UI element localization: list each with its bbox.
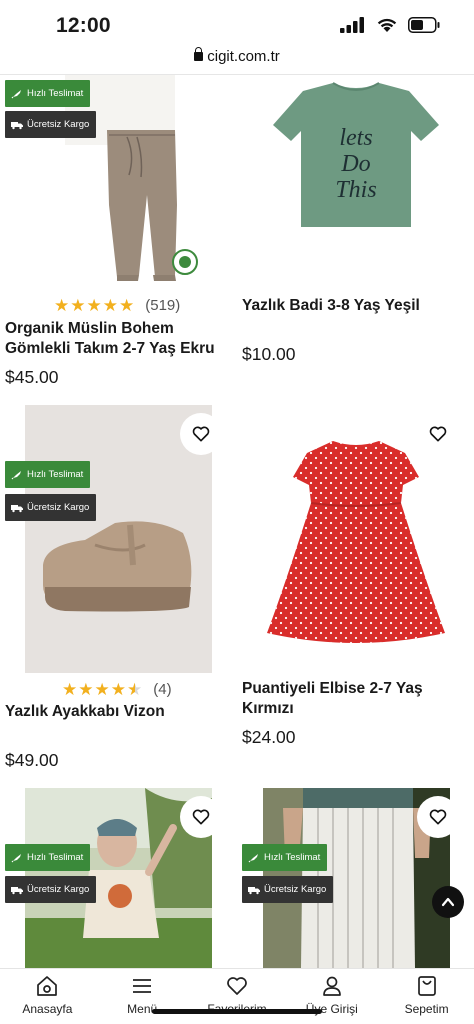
- product-card-yazlik-badi[interactable]: lets Do This Yazlık Badi 3-8 Yaş Yeşil $…: [237, 75, 474, 390]
- free-shipping-badge: Ücretsiz Kargo: [5, 876, 97, 903]
- nav-item-menu[interactable]: Menü: [95, 969, 190, 1024]
- free-shipping-badge: Ücretsiz Kargo: [5, 111, 97, 138]
- product-title-line1: Puantiyeli Elbise 2-7 Yaş: [242, 680, 423, 697]
- free-shipping-badge: Ücretsiz Kargo: [242, 876, 334, 903]
- product-card-5[interactable]: Hızlı Teslimat Ücretsiz Kargo: [0, 788, 237, 968]
- rocket-icon: [11, 853, 21, 862]
- free-shipping-label: Ücretsiz Kargo: [27, 884, 90, 895]
- svg-text:lets: lets: [339, 125, 372, 151]
- product-title-line1: Yazlık Ayakkabı Vizon: [5, 703, 165, 720]
- user-icon: [322, 976, 341, 996]
- heart-icon: [429, 426, 447, 442]
- product-card-yazlik-ayakkabi[interactable]: Hızlı Teslimat Ücretsiz Kargo ★ ★ ★ ★ ★ (4) …: [0, 405, 237, 775]
- svg-text:Do: Do: [340, 151, 370, 177]
- fast-delivery-badge: Hızlı Teslimat: [242, 844, 328, 871]
- product-rating: ★ ★ ★ ★ ★ (4): [62, 681, 172, 698]
- nav-item-favorites[interactable]: Favorilerim: [190, 969, 285, 1024]
- product-title[interactable]: Organik Müslin Bohem Gömlekli Takım 2-7 …: [5, 319, 235, 359]
- star-icon: ★: [119, 296, 135, 315]
- truck-icon: [11, 504, 23, 512]
- nav-label-cart: Sepetim: [404, 1002, 449, 1016]
- free-shipping-label: Ücretsiz Kargo: [264, 884, 327, 895]
- home-indicator: [152, 1009, 322, 1014]
- star-icon: ★: [110, 680, 126, 699]
- fast-delivery-label: Hızlı Teslimat: [27, 469, 84, 480]
- nav-item-cart[interactable]: Sepetim: [379, 969, 474, 1024]
- star-icon: ★: [62, 680, 78, 699]
- product-price: $24.00: [242, 727, 296, 747]
- wifi-icon: [377, 18, 397, 32]
- scroll-to-top-button[interactable]: [432, 886, 464, 918]
- fast-delivery-label: Hızlı Teslimat: [27, 88, 84, 99]
- star-icon: ★: [94, 680, 110, 699]
- address-bar[interactable]: cigit.com.tr: [0, 47, 474, 74]
- favorite-button[interactable]: [417, 413, 459, 455]
- free-shipping-badge: Ücretsiz Kargo: [5, 494, 97, 521]
- free-shipping-label: Ücretsiz Kargo: [27, 119, 90, 130]
- product-title[interactable]: Yazlık Badi 3-8 Yaş Yeşil: [242, 296, 472, 316]
- lock-icon: [194, 47, 204, 61]
- product-title-line2: Gömlekli Takım 2-7 Yaş Ekru: [5, 340, 215, 357]
- star-icon: ★: [102, 296, 118, 315]
- product-card-organik-muslin[interactable]: Hızlı Teslimat Ücretsiz Kargo ★ ★ ★ ★ ★ (519…: [0, 75, 237, 390]
- product-title-line1: Yazlık Badi 3-8 Yaş Yeşil: [242, 297, 420, 314]
- star-icon: ★: [86, 296, 102, 315]
- star-icon: ★: [78, 680, 94, 699]
- battery-icon: [408, 17, 440, 33]
- product-card-6[interactable]: Hızlı Teslimat Ücretsiz Kargo: [237, 788, 474, 968]
- fast-delivery-badge: Hızlı Teslimat: [5, 844, 91, 871]
- nav-label-home: Anasayfa: [22, 1002, 73, 1016]
- fast-delivery-badge: Hızlı Teslimat: [5, 80, 91, 107]
- rocket-icon: [11, 470, 21, 479]
- chevron-up-icon: [441, 897, 455, 907]
- status-icons: [340, 17, 440, 33]
- svg-text:This: This: [335, 177, 376, 203]
- fast-delivery-label: Hızlı Teslimat: [27, 852, 84, 863]
- status-bar: 12:00: [0, 0, 474, 48]
- nav-item-login[interactable]: Üye Girişi: [284, 969, 379, 1024]
- product-title-line2: Kırmızı: [242, 700, 294, 717]
- truck-icon: [11, 886, 23, 894]
- product-title[interactable]: Yazlık Ayakkabı Vizon: [5, 702, 235, 722]
- product-card-puantiyeli-elbise[interactable]: Puantiyeli Elbise 2-7 Yaş Kırmızı $24.00: [237, 405, 474, 775]
- product-price: $45.00: [5, 367, 59, 387]
- home-icon: [37, 976, 58, 996]
- star-icon: ★: [54, 296, 70, 315]
- product-price: $10.00: [242, 344, 296, 364]
- star-rating: ★ ★ ★ ★ ★: [62, 681, 143, 698]
- star-icon: ★: [70, 296, 86, 315]
- favorite-button[interactable]: [417, 796, 459, 838]
- product-title-line1: Organik Müslin Bohem: [5, 320, 174, 337]
- status-time: 12:00: [56, 14, 111, 37]
- truck-icon: [11, 121, 23, 129]
- fast-delivery-badge: Hızlı Teslimat: [5, 461, 91, 488]
- product-title[interactable]: Puantiyeli Elbise 2-7 Yaş Kırmızı: [242, 679, 472, 719]
- star-rating: ★ ★ ★ ★ ★: [54, 297, 135, 314]
- truck-icon: [248, 886, 260, 894]
- free-shipping-label: Ücretsiz Kargo: [27, 502, 90, 513]
- menu-icon: [133, 979, 152, 993]
- product-image[interactable]: lets Do This: [263, 75, 450, 287]
- heart-icon: [192, 809, 210, 825]
- rating-count: (4): [153, 681, 172, 698]
- product-rating: ★ ★ ★ ★ ★ (519): [54, 297, 180, 314]
- url-text: cigit.com.tr: [207, 48, 280, 65]
- rating-count: (519): [145, 297, 181, 314]
- heart-icon: [192, 426, 210, 442]
- rocket-icon: [248, 853, 258, 862]
- fast-delivery-label: Hızlı Teslimat: [264, 852, 321, 863]
- bottom-navigation: Anasayfa Menü Favorilerim Üye Girişi Sep…: [0, 968, 474, 1024]
- nav-item-home[interactable]: Anasayfa: [0, 969, 95, 1024]
- favorite-button[interactable]: [180, 413, 222, 455]
- cellular-signal-icon: [340, 17, 364, 33]
- heart-icon: [429, 809, 447, 825]
- rocket-icon: [11, 89, 21, 98]
- favorite-button[interactable]: [180, 796, 222, 838]
- product-price: $49.00: [5, 750, 59, 770]
- shopping-bag-icon: [417, 976, 436, 996]
- star-half-icon: ★: [127, 680, 143, 699]
- heart-icon: [227, 977, 247, 995]
